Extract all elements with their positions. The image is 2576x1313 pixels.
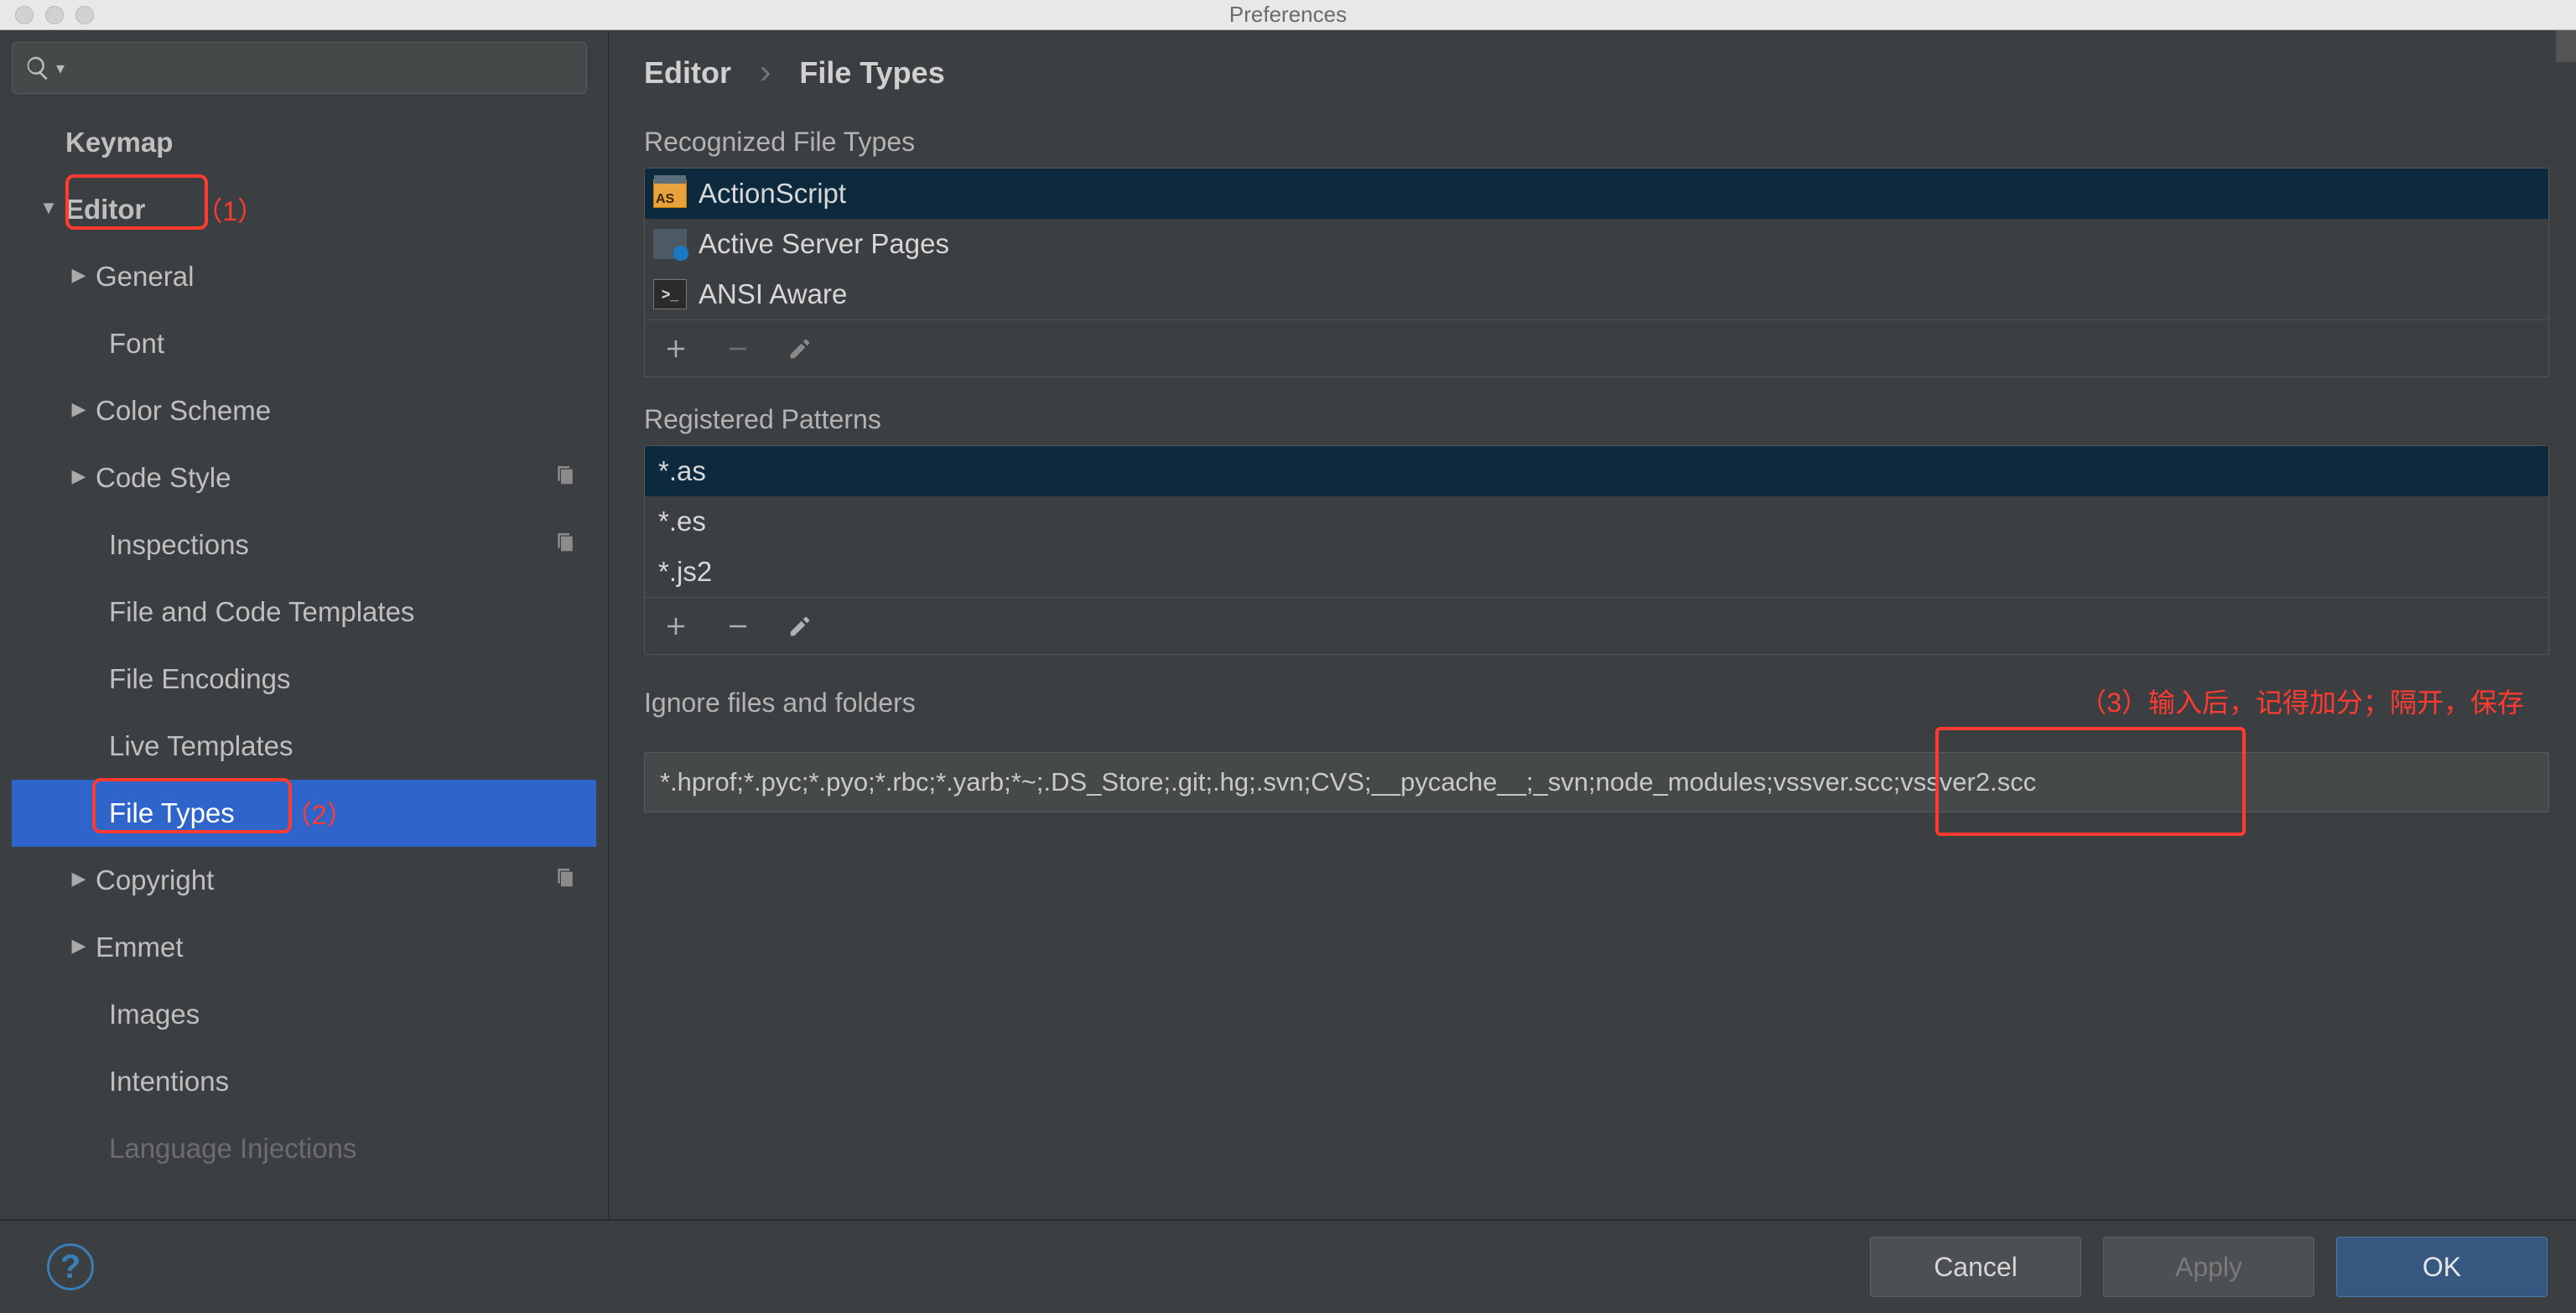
sidebar-item-file-encodings[interactable]: File Encodings bbox=[12, 646, 596, 713]
patterns-toolbar bbox=[645, 597, 2548, 654]
asp-file-icon bbox=[652, 226, 688, 262]
sidebar-item-language-injections[interactable]: Language Injections bbox=[12, 1115, 596, 1182]
add-file-type-button[interactable] bbox=[662, 335, 690, 363]
pattern-label: *.es bbox=[658, 506, 706, 537]
section-recognized-title: Recognized File Types bbox=[644, 127, 2549, 158]
chevron-right-icon[interactable]: ▶ bbox=[62, 400, 96, 422]
annotation-1: （1） bbox=[195, 190, 264, 229]
registered-patterns-list[interactable]: *.as *.es *.js2 bbox=[644, 445, 2549, 655]
edit-pattern-button[interactable] bbox=[786, 612, 814, 641]
file-type-row[interactable]: ActionScript bbox=[645, 169, 2548, 219]
breadcrumb-file-types: File Types bbox=[799, 55, 944, 91]
sidebar-item-intentions[interactable]: Intentions bbox=[12, 1048, 596, 1115]
sidebar-item-label: Keymap bbox=[65, 127, 173, 158]
sidebar-item-images[interactable]: Images bbox=[12, 981, 596, 1048]
sidebar-item-live-templates[interactable]: Live Templates bbox=[12, 713, 596, 780]
sidebar-item-keymap[interactable]: Keymap bbox=[12, 109, 596, 176]
maximize-window-button[interactable] bbox=[75, 6, 94, 24]
sidebar-item-inspections[interactable]: Inspections bbox=[12, 511, 596, 579]
sidebar-item-emmet[interactable]: ▶ Emmet bbox=[12, 914, 596, 981]
sidebar-item-code-style[interactable]: ▶ Code Style bbox=[12, 444, 596, 511]
chevron-right-icon[interactable]: ▶ bbox=[62, 266, 96, 288]
minimize-window-button[interactable] bbox=[45, 6, 64, 24]
section-patterns-title: Registered Patterns bbox=[644, 404, 2549, 435]
sidebar-item-label: File and Code Templates bbox=[109, 596, 414, 628]
pattern-row[interactable]: *.es bbox=[645, 496, 2548, 547]
close-window-button[interactable] bbox=[15, 6, 34, 24]
sidebar-item-font[interactable]: Font bbox=[12, 310, 596, 377]
recognized-file-types-list[interactable]: ActionScript Active Server Pages >_ ANSI… bbox=[644, 168, 2549, 377]
file-type-label: Active Server Pages bbox=[699, 228, 949, 260]
pattern-row[interactable]: *.as bbox=[645, 446, 2548, 496]
search-options-caret-icon[interactable]: ▾ bbox=[56, 58, 65, 79]
sidebar-item-file-types[interactable]: File Types （2） bbox=[12, 780, 596, 847]
sidebar-item-label: Color Scheme bbox=[96, 395, 271, 427]
preferences-sidebar: ▾ Keymap ▼ Editor （1） ▶ General Font bbox=[0, 30, 609, 1219]
chevron-right-icon[interactable]: ▶ bbox=[62, 467, 96, 489]
search-icon bbox=[24, 54, 51, 81]
file-type-row[interactable]: Active Server Pages bbox=[645, 219, 2548, 269]
breadcrumb-editor[interactable]: Editor bbox=[644, 55, 731, 91]
sidebar-item-label: Intentions bbox=[109, 1066, 229, 1098]
button-label: Cancel bbox=[1934, 1252, 2018, 1283]
section-ignore-title: Ignore files and folders bbox=[644, 688, 916, 719]
chevron-right-icon[interactable]: ▶ bbox=[62, 937, 96, 958]
sidebar-item-label: Editor bbox=[65, 194, 145, 226]
sidebar-item-copyright[interactable]: ▶ Copyright bbox=[12, 847, 596, 914]
chevron-right-icon[interactable]: ▶ bbox=[62, 869, 96, 891]
help-button[interactable]: ? bbox=[47, 1243, 94, 1290]
preferences-main: Editor › File Types Recognized File Type… bbox=[609, 30, 2576, 1219]
sidebar-item-label: Live Templates bbox=[109, 730, 293, 762]
breadcrumb: Editor › File Types bbox=[644, 54, 2549, 91]
sidebar-item-label: General bbox=[96, 261, 194, 293]
window-controls bbox=[15, 6, 94, 24]
sidebar-item-label: Font bbox=[109, 328, 164, 360]
scheme-copy-icon bbox=[553, 529, 578, 561]
breadcrumb-separator-icon: › bbox=[760, 54, 771, 91]
pattern-row[interactable]: *.js2 bbox=[645, 547, 2548, 597]
remove-pattern-button[interactable] bbox=[724, 612, 752, 641]
annotation-2: （2） bbox=[285, 794, 354, 833]
ignore-files-input[interactable] bbox=[644, 752, 2549, 812]
search-input[interactable] bbox=[70, 54, 574, 81]
sidebar-item-file-code-templates[interactable]: File and Code Templates bbox=[12, 579, 596, 646]
file-types-toolbar bbox=[645, 319, 2548, 376]
window-title: Preferences bbox=[0, 2, 2576, 28]
ansi-file-icon: >_ bbox=[652, 276, 688, 313]
sidebar-search[interactable]: ▾ bbox=[12, 42, 587, 94]
button-label: Apply bbox=[2175, 1252, 2242, 1283]
scheme-copy-icon bbox=[553, 864, 578, 896]
sidebar-item-label: File Encodings bbox=[109, 663, 290, 695]
file-type-label: ActionScript bbox=[699, 178, 846, 210]
pattern-label: *.as bbox=[658, 455, 706, 487]
edit-file-type-button[interactable] bbox=[786, 335, 814, 363]
sidebar-item-label: Code Style bbox=[96, 462, 231, 494]
ok-button[interactable]: OK bbox=[2336, 1237, 2547, 1297]
remove-file-type-button[interactable] bbox=[724, 335, 752, 363]
settings-tree: Keymap ▼ Editor （1） ▶ General Font ▶ Col… bbox=[12, 109, 596, 1219]
cancel-button[interactable]: Cancel bbox=[1870, 1237, 2081, 1297]
sidebar-item-label: File Types bbox=[109, 797, 235, 829]
sidebar-item-label: Emmet bbox=[96, 932, 184, 963]
titlebar: Preferences bbox=[0, 0, 2576, 30]
apply-button[interactable]: Apply bbox=[2103, 1237, 2314, 1297]
vertical-scrollbar[interactable] bbox=[2556, 30, 2576, 62]
sidebar-item-label: Copyright bbox=[96, 864, 214, 896]
add-pattern-button[interactable] bbox=[662, 612, 690, 641]
scheme-copy-icon bbox=[553, 462, 578, 494]
chevron-down-icon[interactable]: ▼ bbox=[32, 199, 65, 221]
sidebar-item-color-scheme[interactable]: ▶ Color Scheme bbox=[12, 377, 596, 444]
sidebar-item-label: Language Injections bbox=[109, 1133, 356, 1165]
actionscript-file-icon bbox=[652, 175, 688, 212]
file-type-label: ANSI Aware bbox=[699, 278, 847, 310]
dialog-footer: ? Cancel Apply OK bbox=[0, 1219, 2576, 1313]
annotation-3: （3）输入后，记得加分；隔开，保存 bbox=[2080, 682, 2549, 720]
sidebar-item-label: Images bbox=[109, 999, 200, 1030]
sidebar-item-editor[interactable]: ▼ Editor （1） bbox=[12, 176, 596, 243]
file-type-row[interactable]: >_ ANSI Aware bbox=[645, 269, 2548, 319]
pattern-label: *.js2 bbox=[658, 556, 712, 588]
sidebar-item-general[interactable]: ▶ General bbox=[12, 243, 596, 310]
sidebar-item-label: Inspections bbox=[109, 529, 249, 561]
button-label: OK bbox=[2423, 1252, 2461, 1283]
